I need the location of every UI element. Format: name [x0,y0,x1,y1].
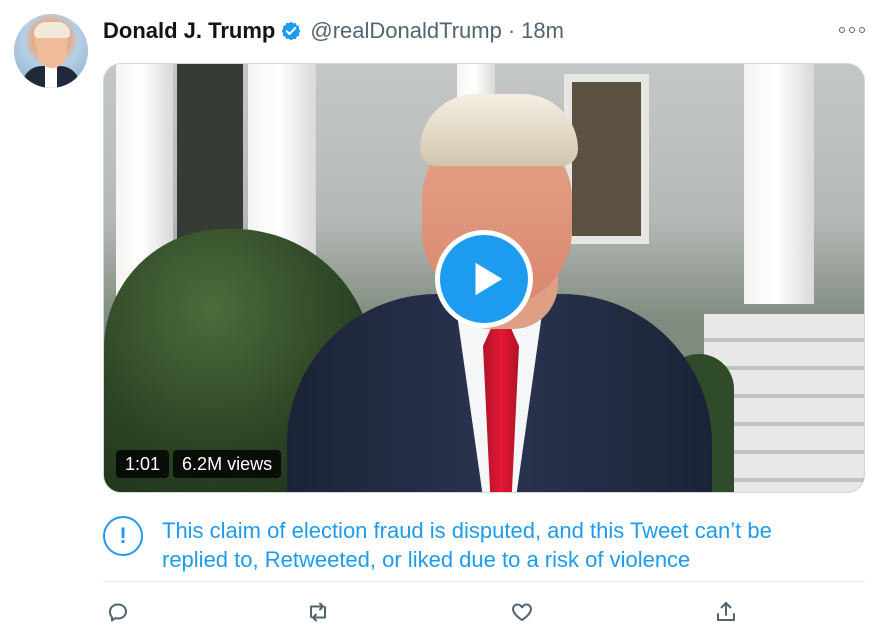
notice-line-2: replied to, Retweeted, or liked due to a… [162,547,691,572]
more-dot [859,27,865,33]
heart-icon [512,603,532,621]
share-icon [717,602,735,621]
exclamation-circle-icon: ! [103,516,143,556]
video-player[interactable]: 1:01 6.2M views [103,63,865,493]
video-meta: 1:01 6.2M views [116,450,282,478]
divider [103,581,865,582]
notice-text[interactable]: This claim of election fraud is disputed… [162,516,772,574]
disputed-claim-notice[interactable]: ! This claim of election fraud is disput… [103,516,865,574]
person-hair [420,94,578,166]
tweet-header: Donald J. Trump @realDonaldTrump · 18m [103,16,564,46]
more-dot [849,27,855,33]
retweet-button[interactable] [303,597,333,627]
reply-icon [109,603,127,622]
verified-badge-icon [282,21,301,41]
video-duration: 1:01 [116,450,170,478]
tweet-actions [103,597,743,627]
video-views: 6.2M views [173,450,282,478]
play-icon [475,262,502,296]
display-name[interactable]: Donald J. Trump [103,18,275,44]
avatar[interactable] [14,14,88,88]
tweet-time[interactable]: 18m [521,18,564,44]
like-button[interactable] [507,597,537,627]
background-column [744,64,814,304]
more-options-icon[interactable] [839,22,865,38]
notice-line-1: This claim of election fraud is disputed… [162,518,772,543]
play-button[interactable] [435,230,533,328]
separator-dot: · [507,18,516,43]
user-handle[interactable]: @realDonaldTrump [310,18,501,44]
avatar-shirt [45,66,57,88]
more-dot [839,27,845,33]
reply-button[interactable] [103,597,133,627]
background-window [564,74,649,244]
share-button[interactable] [711,597,741,627]
avatar-hair [34,22,70,38]
retweet-icon [310,602,326,622]
tweet-card[interactable]: Donald J. Trump @realDonaldTrump · 18m 1… [0,0,885,644]
